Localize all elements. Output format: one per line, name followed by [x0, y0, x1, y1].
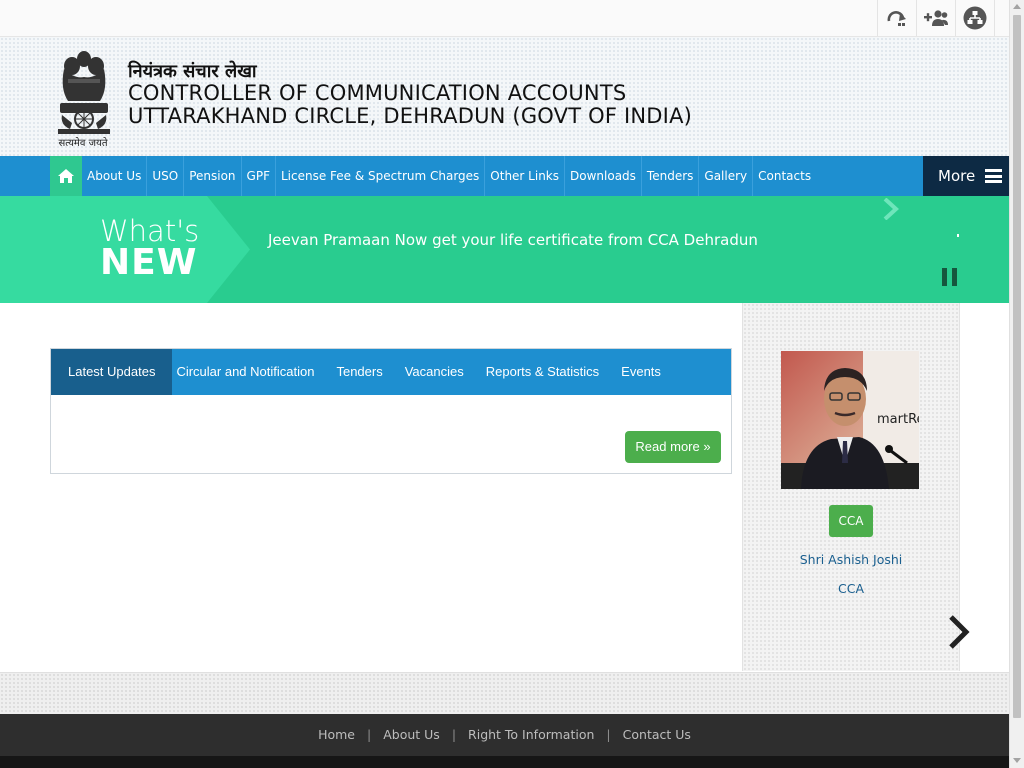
footer-separator: | [451, 727, 457, 742]
nav-item-downloads[interactable]: Downloads [565, 156, 642, 196]
footer-link-contact-us[interactable]: Contact Us [623, 727, 691, 742]
nav-item-other-links[interactable]: Other Links [485, 156, 566, 196]
nav-item-contacts[interactable]: Contacts [753, 156, 816, 196]
designation-badge[interactable]: CCA [829, 505, 873, 537]
site-title-line1: CONTROLLER OF COMMUNICATION ACCOUNTS [128, 81, 627, 105]
footer-link-home[interactable]: Home [318, 727, 355, 742]
scroll-down-arrow-icon[interactable] [1013, 758, 1021, 763]
scrollbar-thumb[interactable] [1013, 15, 1021, 718]
whats-new-heading-new: NEW [100, 242, 198, 283]
footer-link-rti[interactable]: Right To Information [468, 727, 594, 742]
officer-name[interactable]: Shri Ashish Joshi [743, 552, 959, 567]
footer-pattern-band [0, 672, 1009, 715]
updates-tabs-panel: Latest Updates Circular and Notification… [50, 348, 732, 474]
nav-item-uso[interactable]: USO [147, 156, 185, 196]
more-label: More [938, 167, 976, 185]
tab-events[interactable]: Events [610, 349, 672, 395]
vertical-scrollbar[interactable] [1009, 0, 1024, 768]
profile-next-icon[interactable] [946, 614, 972, 650]
news-ticker-item[interactable]: Jeevan Pramaan Now get your life certifi… [268, 231, 758, 249]
footer-link-about-us[interactable]: About Us [383, 727, 440, 742]
more-menu-button[interactable]: More [923, 156, 1009, 196]
updates-tabs: Latest Updates Circular and Notification… [51, 349, 731, 395]
main-nav: About Us USO Pension GPF License Fee & S… [0, 156, 1009, 196]
footer-links: Home | About Us | Right To Information | Conta… [0, 727, 1009, 742]
read-more-button[interactable]: Read more » [625, 431, 721, 463]
nav-item-about-us[interactable]: About Us [82, 156, 148, 196]
scroll-up-arrow-icon[interactable] [1013, 4, 1021, 9]
footer-bottom-strip [0, 756, 1009, 768]
nav-item-gallery[interactable]: Gallery [699, 156, 754, 196]
home-icon [58, 169, 74, 183]
footer-separator: | [606, 727, 611, 742]
nav-item-license-fee[interactable]: License Fee & Spectrum Charges [276, 156, 486, 196]
nav-item-tenders[interactable]: Tenders [642, 156, 700, 196]
nav-items: About Us USO Pension GPF License Fee & S… [82, 156, 816, 196]
whats-new-banner: What's NEW Jeevan Pramaan Now get your l… [0, 196, 1009, 303]
tab-tenders[interactable]: Tenders [325, 349, 393, 395]
tab-reports-statistics[interactable]: Reports & Statistics [475, 349, 610, 395]
skip-to-content-icon[interactable] [877, 0, 916, 36]
hindi-site-title: नियंत्रक संचार लेखा [128, 61, 257, 82]
page: सत्यमेव जयते नियंत्रक संचार लेखा CONTROL… [0, 0, 1009, 768]
home-button[interactable] [50, 156, 82, 196]
officer-designation: CCA [837, 581, 864, 596]
site-header: सत्यमेव जयते नियंत्रक संचार लेखा CONTROL… [0, 37, 1009, 156]
nav-item-pension[interactable]: Pension [184, 156, 242, 196]
ticker-next-icon[interactable] [880, 198, 902, 220]
add-user-icon[interactable] [916, 0, 955, 36]
ticker-marker [957, 234, 959, 237]
emblem-caption: सत्यमेव जयते [58, 138, 108, 149]
site-footer: Home | About Us | Right To Information | Conta… [0, 714, 1009, 768]
officer-photo: martRep [781, 351, 919, 489]
footer-separator: | [367, 727, 372, 742]
tab-vacancies[interactable]: Vacancies [394, 349, 475, 395]
site-title-line2: UTTARAKHAND CIRCLE, DEHRADUN (GOVT OF IN… [128, 104, 693, 128]
nav-item-gpf[interactable]: GPF [242, 156, 276, 196]
tab-latest-updates[interactable]: Latest Updates [51, 349, 173, 395]
hamburger-icon [985, 169, 1002, 183]
sitemap-icon[interactable] [955, 0, 995, 36]
top-utility-bar [0, 0, 1009, 37]
ticker-pause-icon[interactable] [942, 268, 958, 286]
photo-banner-text: martRep [877, 412, 919, 427]
tab-circular-notification[interactable]: Circular and Notification [172, 349, 325, 395]
officer-profile-panel: martRep CCA Shri Ashish Joshi CCA [742, 303, 960, 671]
